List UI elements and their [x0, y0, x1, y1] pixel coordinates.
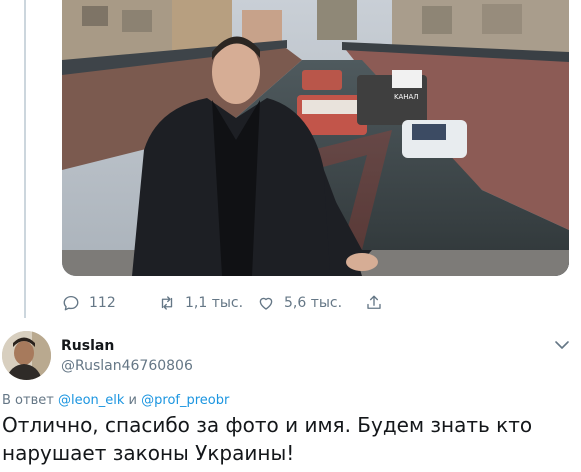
- boat-sign-text: KAHAЛ: [394, 93, 419, 101]
- share-button[interactable]: [365, 294, 395, 312]
- mention-link[interactable]: @prof_preobr: [141, 393, 229, 408]
- like-button[interactable]: 5,6 тыс.: [257, 294, 365, 312]
- canal-photo-illustration: KAHAЛ: [62, 0, 569, 276]
- tweet-thread: KAHAЛ 112 1,1 тыс. 5,6 тыс. Ruslan @Rusl…: [0, 0, 581, 472]
- retweet-button[interactable]: 1,1 тыс.: [158, 294, 257, 312]
- reply-count: 112: [89, 295, 116, 311]
- reply-to-prefix: В ответ: [2, 393, 54, 408]
- thread-connector-line: [24, 0, 26, 318]
- mention-link[interactable]: @leon_elk: [58, 393, 124, 408]
- comment-icon: [63, 295, 79, 311]
- reply-to-conjunction: и: [128, 393, 137, 408]
- share-icon: [367, 295, 381, 309]
- author-handle[interactable]: @Ruslan46760806: [61, 358, 193, 374]
- heart-icon: [259, 297, 273, 310]
- tweet-photo[interactable]: KAHAЛ: [62, 0, 569, 276]
- retweet-count: 1,1 тыс.: [185, 295, 244, 311]
- retweet-icon: [161, 296, 173, 310]
- tweet-menu-button[interactable]: [552, 337, 572, 353]
- avatar[interactable]: [2, 331, 51, 380]
- avatar-photo: [2, 331, 51, 380]
- like-count: 5,6 тыс.: [284, 295, 343, 311]
- reply-button[interactable]: 112: [62, 294, 158, 312]
- tweet-action-bar: 112 1,1 тыс. 5,6 тыс.: [62, 290, 395, 316]
- tweet-text: Отлично, спасибо за фото и имя. Будем зн…: [2, 413, 533, 465]
- author-name[interactable]: Ruslan: [61, 338, 114, 354]
- chevron-down-icon: [555, 341, 569, 349]
- reply-context: В ответ @leon_elk и @prof_preobr: [2, 393, 229, 408]
